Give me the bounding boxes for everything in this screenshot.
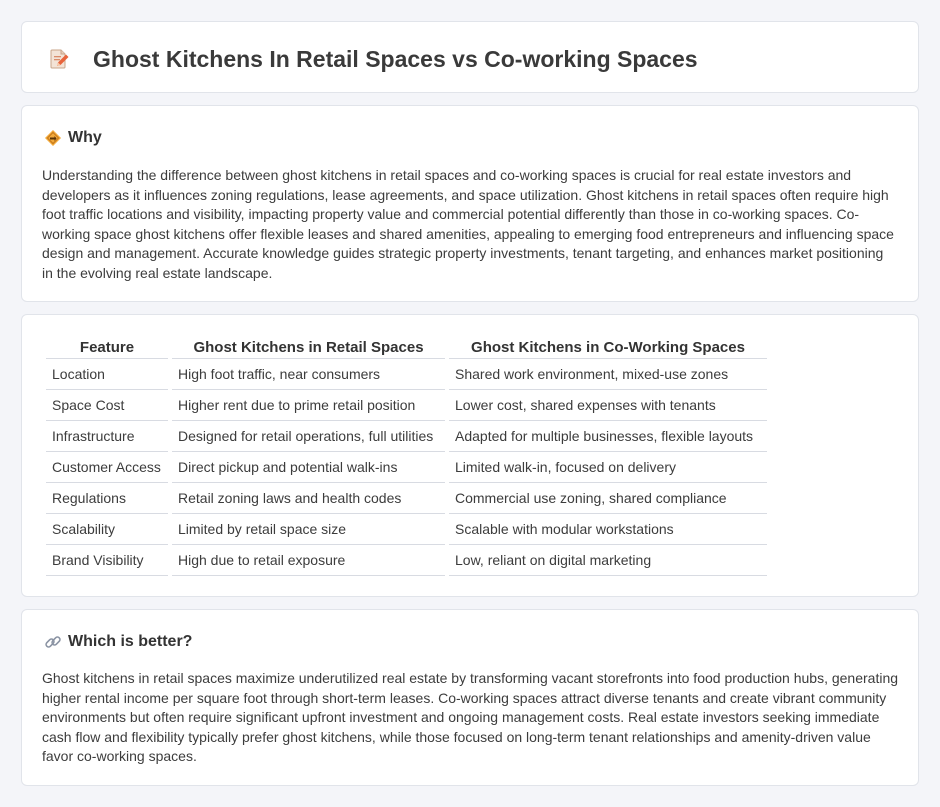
page-title: Ghost Kitchens In Retail Spaces vs Co-wo…	[93, 46, 698, 72]
better-heading-label: Which is better?	[68, 633, 193, 650]
feature-cell: Scalability	[46, 514, 168, 545]
retail-cell: Higher rent due to prime retail position	[172, 390, 445, 421]
header-coworking: Ghost Kitchens in Co-Working Spaces	[449, 335, 767, 359]
table-row: Regulations Retail zoning laws and healt…	[46, 483, 767, 514]
retail-cell: High due to retail exposure	[172, 545, 445, 576]
why-text: Understanding the difference between gho…	[42, 167, 894, 281]
retail-cell: Designed for retail operations, full uti…	[172, 421, 445, 452]
feature-cell: Infrastructure	[46, 421, 168, 452]
feature-cell: Customer Access	[46, 452, 168, 483]
retail-cell: Retail zoning laws and health codes	[172, 483, 445, 514]
retail-cell: High foot traffic, near consumers	[172, 359, 445, 390]
comparison-table: Feature Ghost Kitchens in Retail Spaces …	[42, 335, 771, 576]
coworking-cell: Scalable with modular workstations	[449, 514, 767, 545]
header-retail: Ghost Kitchens in Retail Spaces	[172, 335, 445, 359]
why-heading: Why	[44, 128, 102, 148]
coworking-cell: Low, reliant on digital marketing	[449, 545, 767, 576]
better-heading: Which is better?	[44, 632, 192, 652]
why-heading-label: Why	[68, 129, 102, 146]
table-row: Brand Visibility High due to retail expo…	[46, 545, 767, 576]
feature-cell: Brand Visibility	[46, 545, 168, 576]
coworking-cell: Shared work environment, mixed-use zones	[449, 359, 767, 390]
document-pencil-icon	[48, 48, 70, 70]
title-card: Ghost Kitchens In Retail Spaces vs Co-wo…	[21, 21, 919, 93]
comparison-section: Feature Ghost Kitchens in Retail Spaces …	[21, 314, 919, 597]
which-better-section: Which is better? Ghost kitchens in retai…	[21, 609, 919, 786]
why-section: Why Understanding the difference between…	[21, 105, 919, 302]
retail-cell: Limited by retail space size	[172, 514, 445, 545]
coworking-cell: Adapted for multiple businesses, flexibl…	[449, 421, 767, 452]
table-row: Scalability Limited by retail space size…	[46, 514, 767, 545]
better-text: Ghost kitchens in retail spaces maximize…	[42, 670, 899, 764]
coworking-cell: Commercial use zoning, shared compliance	[449, 483, 767, 514]
retail-cell: Direct pickup and potential walk-ins	[172, 452, 445, 483]
feature-cell: Location	[46, 359, 168, 390]
coworking-cell: Limited walk-in, focused on delivery	[449, 452, 767, 483]
table-row: Infrastructure Designed for retail opera…	[46, 421, 767, 452]
diamond-sign-icon	[44, 129, 62, 147]
feature-cell: Space Cost	[46, 390, 168, 421]
table-row: Space Cost Higher rent due to prime reta…	[46, 390, 767, 421]
header-feature: Feature	[46, 335, 168, 359]
table-row: Location High foot traffic, near consume…	[46, 359, 767, 390]
table-header-row: Feature Ghost Kitchens in Retail Spaces …	[46, 335, 767, 359]
coworking-cell: Lower cost, shared expenses with tenants	[449, 390, 767, 421]
feature-cell: Regulations	[46, 483, 168, 514]
link-icon	[44, 633, 62, 651]
table-row: Customer Access Direct pickup and potent…	[46, 452, 767, 483]
